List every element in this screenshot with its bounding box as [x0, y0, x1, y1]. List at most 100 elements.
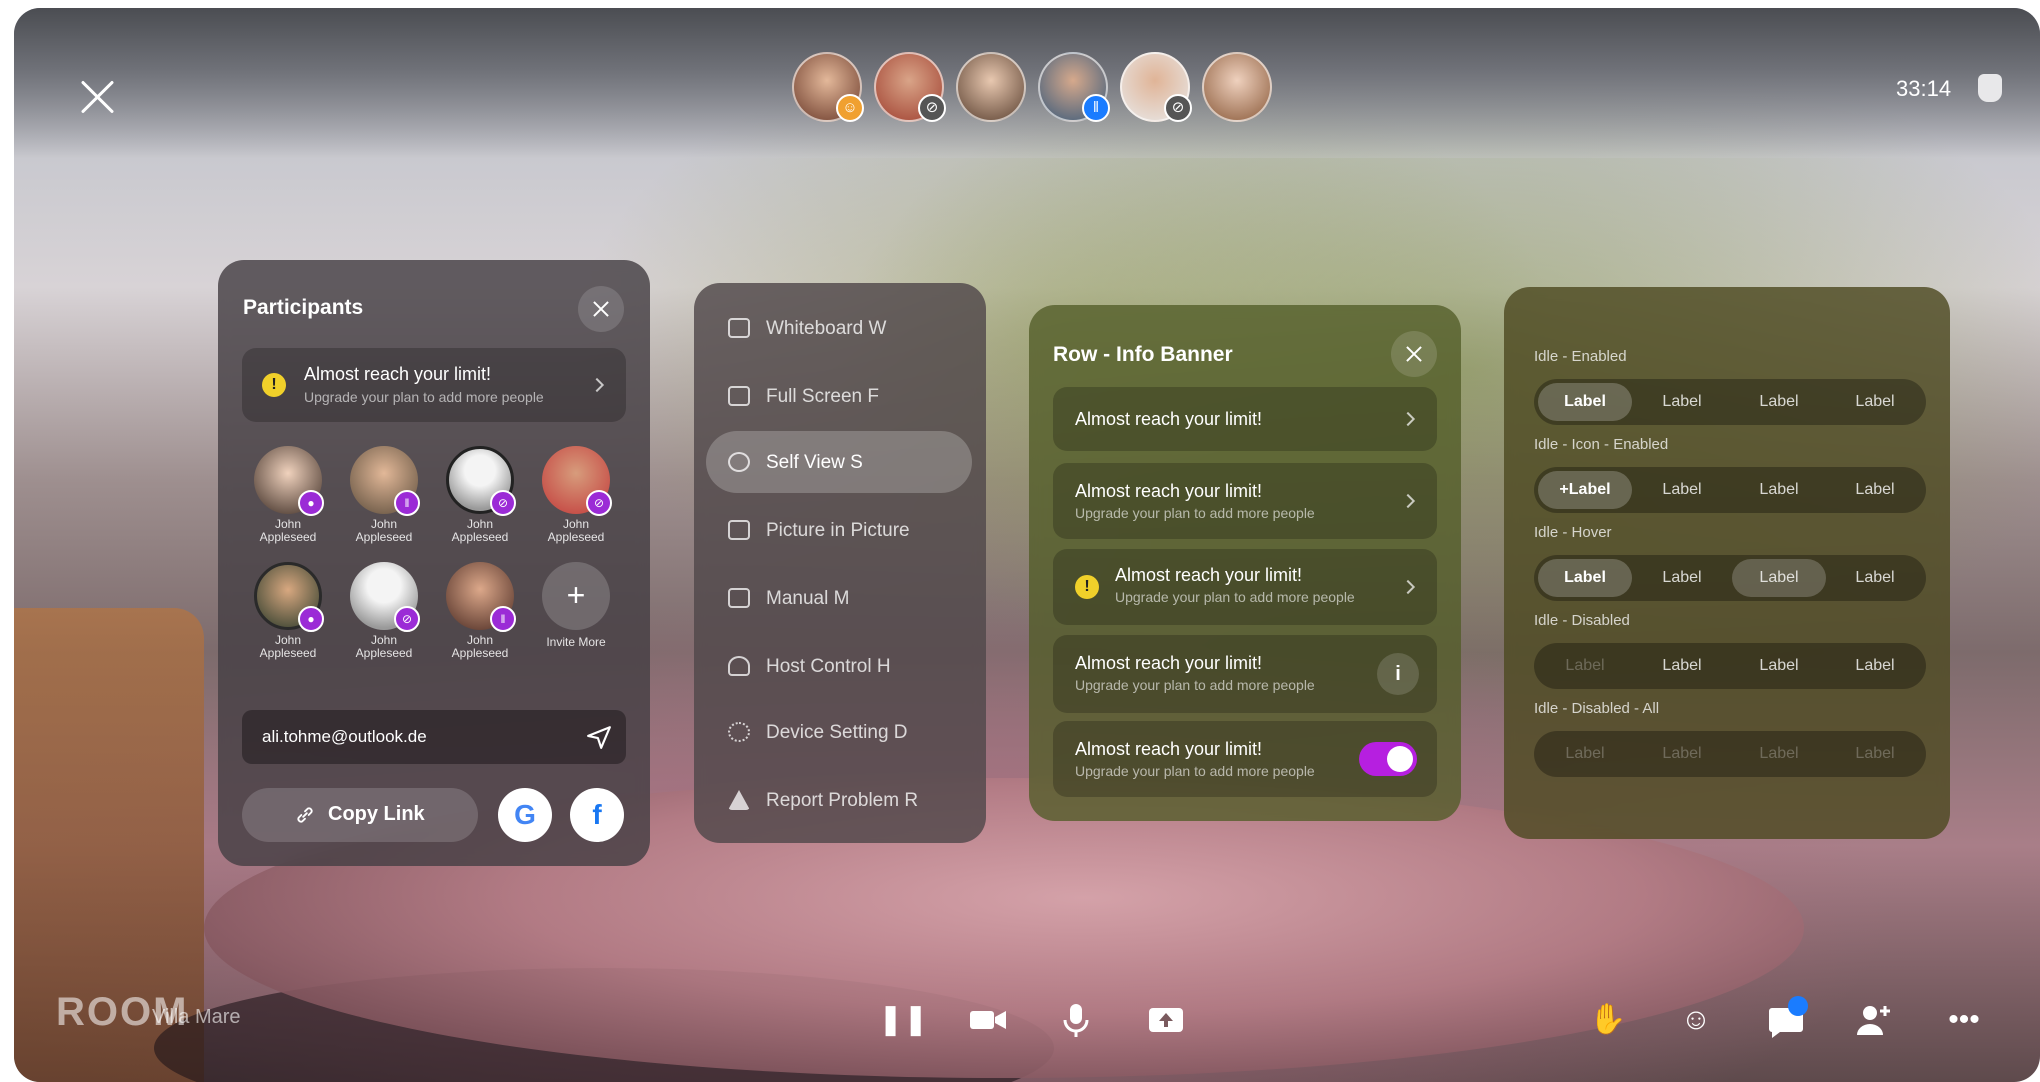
lock-icon[interactable]: [1978, 74, 2002, 102]
info-row[interactable]: Almost reach your limit!: [1053, 387, 1437, 451]
menu-item-report-problem[interactable]: Report Problem R: [706, 769, 972, 831]
toggle-switch[interactable]: [1359, 742, 1417, 776]
copy-link-button[interactable]: Copy Link: [242, 788, 478, 842]
info-row-info[interactable]: Almost reach your limit! Upgrade your pl…: [1053, 635, 1437, 713]
invite-more-tile[interactable]: + Invite More: [528, 562, 624, 664]
row-title: Almost reach your limit!: [1075, 409, 1263, 429]
email-field[interactable]: ali.tohme@outlook.de: [242, 710, 626, 764]
segment-option-label: Label: [1568, 481, 1611, 498]
menu-item-label: Host Control H: [766, 656, 891, 677]
share-screen-icon[interactable]: [1146, 1000, 1186, 1040]
participant-tile[interactable]: ⊘ John Appleseed: [336, 562, 432, 664]
segment-option-hover[interactable]: Label: [1732, 559, 1826, 597]
limit-banner[interactable]: ! Almost reach your limit! Upgrade your …: [242, 348, 626, 422]
avatar[interactable]: [1202, 52, 1272, 122]
emoji-icon: ☺: [836, 94, 864, 122]
info-banner-panel: Row - Info Banner Almost reach your limi…: [1029, 305, 1461, 821]
menu-item-manual[interactable]: Manual M: [706, 567, 972, 629]
mic-muted-icon: ⊘: [586, 490, 612, 516]
chevron-right-icon: [1400, 493, 1416, 509]
row-subtitle: Upgrade your plan to add more people: [1075, 763, 1315, 779]
participant-tile[interactable]: ⊘ John Appleseed: [432, 446, 528, 548]
microphone-icon[interactable]: [1056, 1000, 1096, 1040]
info-row[interactable]: Almost reach your limit! Upgrade your pl…: [1053, 463, 1437, 539]
segment-option[interactable]: Label: [1828, 559, 1922, 597]
chevron-right-icon: [1400, 579, 1416, 595]
close-icon[interactable]: [1391, 331, 1437, 377]
mic-muted-icon: ⊘: [490, 490, 516, 516]
row-subtitle: Upgrade your plan to add more people: [1075, 677, 1315, 693]
info-row-warning[interactable]: ! Almost reach your limit! Upgrade your …: [1053, 549, 1437, 625]
segmented-control: Label Label Label Label: [1534, 379, 1926, 425]
participant-tile[interactable]: ‖ John Appleseed: [336, 446, 432, 548]
panel-title: Row - Info Banner: [1053, 343, 1233, 366]
group-label: Idle - Disabled - All: [1534, 700, 1660, 717]
send-icon[interactable]: [586, 724, 612, 750]
email-value: ali.tohme@outlook.de: [262, 727, 427, 746]
plus-icon[interactable]: +: [542, 562, 610, 630]
segment-option-disabled: Label: [1855, 745, 1895, 762]
participant-tile[interactable]: ‖ John Appleseed: [432, 562, 528, 664]
menu-item-label: Manual M: [766, 588, 850, 609]
avatar[interactable]: ☺: [792, 52, 864, 122]
copy-link-label: Copy Link: [328, 803, 425, 825]
google-icon[interactable]: G: [498, 788, 552, 842]
segment-option[interactable]: Label: [1538, 559, 1632, 597]
segment-option[interactable]: Label: [1635, 647, 1729, 685]
panel-title: Participants: [243, 296, 364, 319]
participant-name: John Appleseed: [355, 633, 413, 660]
call-timer: 33:14: [1896, 76, 1952, 101]
close-icon[interactable]: [578, 286, 624, 332]
segment-option-disabled: Label: [1759, 745, 1799, 762]
facebook-icon[interactable]: f: [570, 788, 624, 842]
close-call-icon[interactable]: [78, 78, 116, 116]
menu-item-self-view[interactable]: Self View S: [706, 431, 972, 493]
participant-tile[interactable]: ● John Appleseed: [240, 446, 336, 548]
segment-option[interactable]: Label: [1828, 471, 1922, 509]
link-icon: [297, 807, 313, 823]
menu-item-label: Full Screen F: [766, 386, 879, 407]
menu-item-picture-in-picture[interactable]: Picture in Picture: [706, 499, 972, 561]
warning-triangle-icon: [728, 790, 750, 810]
participants-grid: ● John Appleseed ‖ John Appleseed ⊘ John Ap…: [240, 446, 632, 664]
group-label: Idle - Icon - Enabled: [1534, 436, 1669, 453]
manual-icon: [728, 588, 750, 608]
mic-icon: ●: [298, 490, 324, 516]
avatar[interactable]: ⊘: [1120, 52, 1192, 122]
segment-option[interactable]: Label: [1732, 471, 1826, 509]
mic-muted-icon: ⊘: [918, 94, 946, 122]
notification-dot: [1788, 996, 1808, 1016]
segmented-control: +Label Label Label Label: [1534, 467, 1926, 513]
segment-option[interactable]: Label: [1828, 383, 1922, 421]
add-person-icon[interactable]: [1854, 1000, 1894, 1040]
participant-tile[interactable]: ⊘ John Appleseed: [528, 446, 624, 548]
segment-option[interactable]: Label: [1635, 559, 1729, 597]
segment-option[interactable]: Label: [1828, 647, 1922, 685]
audio-wave-icon: ‖: [490, 606, 516, 632]
row-subtitle: Upgrade your plan to add more people: [1115, 589, 1355, 605]
participant-tile[interactable]: ● John Appleseed: [240, 562, 336, 664]
avatar[interactable]: ⊘: [874, 52, 946, 122]
info-row-toggle[interactable]: Almost reach your limit! Upgrade your pl…: [1053, 721, 1437, 797]
segment-option[interactable]: Label: [1635, 471, 1729, 509]
chevron-right-icon: [1400, 411, 1416, 427]
segment-option[interactable]: Label: [1538, 383, 1632, 421]
video-camera-icon[interactable]: [968, 1000, 1008, 1040]
segment-option[interactable]: Label: [1732, 647, 1826, 685]
segment-option[interactable]: Label: [1635, 383, 1729, 421]
menu-item-whiteboard[interactable]: Whiteboard W: [706, 297, 972, 359]
participant-name: John Appleseed: [259, 633, 317, 660]
avatar[interactable]: [956, 52, 1026, 122]
segment-option[interactable]: +Label: [1538, 471, 1632, 509]
emoji-reaction-icon[interactable]: ☺: [1676, 1000, 1716, 1040]
more-options-icon[interactable]: •••: [1944, 1000, 1984, 1040]
raise-hand-icon[interactable]: ✋: [1588, 1000, 1628, 1040]
pause-icon[interactable]: ❚❚: [878, 1000, 928, 1040]
menu-item-full-screen[interactable]: Full Screen F: [706, 365, 972, 427]
segment-option[interactable]: Label: [1732, 383, 1826, 421]
info-icon[interactable]: i: [1377, 653, 1419, 695]
menu-item-device-setting[interactable]: Device Setting D: [706, 701, 972, 763]
menu-item-host-control[interactable]: Host Control H: [706, 635, 972, 697]
avatar[interactable]: ‖: [1038, 52, 1110, 122]
menu-item-label: Picture in Picture: [766, 520, 910, 541]
